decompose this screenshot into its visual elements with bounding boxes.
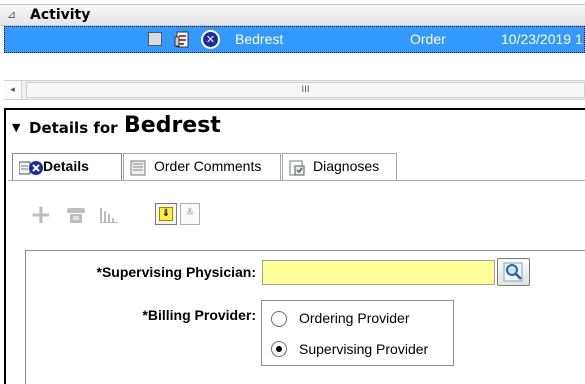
activity-row-date: 10/23/2019 1: [501, 31, 583, 47]
scrollbar-thumb[interactable]: III: [26, 82, 585, 98]
bar-chart-icon[interactable]: [99, 205, 121, 225]
billing-provider-radio-group: Ordering Provider Supervising Provider: [261, 300, 454, 366]
tab-details-label: Details: [43, 158, 89, 174]
supervising-physician-input[interactable]: [262, 260, 495, 285]
tab-order-comments[interactable]: Order Comments: [123, 153, 281, 180]
magnifier-icon: [503, 262, 523, 282]
details-title-name: Bedrest: [124, 113, 221, 138]
order-document-icon: [174, 31, 192, 49]
phone-icon[interactable]: [66, 206, 86, 224]
details-title-prefix: Details for: [29, 119, 118, 137]
comments-icon: [130, 159, 146, 176]
tab-details[interactable]: Details: [12, 153, 122, 180]
horizontal-scrollbar[interactable]: ◂ III: [4, 80, 585, 100]
tab-diagnoses[interactable]: Diagnoses: [282, 153, 397, 180]
activity-header[interactable]: ⊿ Activity: [0, 4, 585, 26]
supervising-search-button[interactable]: [497, 258, 530, 286]
billing-provider-label: *Billing Provider:: [142, 307, 256, 323]
radio-supervising-provider[interactable]: [271, 341, 287, 357]
activity-row-type: Order: [410, 31, 446, 47]
triangle-down-icon[interactable]: ▼: [12, 121, 20, 134]
diagnoses-icon: [289, 159, 305, 176]
ordering-provider-label[interactable]: Ordering Provider: [299, 310, 410, 326]
cancel-x-icon: ✕: [201, 30, 220, 49]
down-arrow-icon: ⇓: [159, 207, 173, 221]
supervising-physician-label: *Supervising Physician:: [96, 264, 257, 280]
supervising-provider-label[interactable]: Supervising Provider: [299, 341, 428, 357]
move-down-button[interactable]: ⇓: [155, 203, 177, 225]
tab-order-comments-label: Order Comments: [154, 158, 262, 174]
scroll-left-arrow-icon[interactable]: ◂: [4, 81, 22, 99]
radio-selected-dot: [276, 346, 282, 352]
activity-row-selected[interactable]: ✕ Bedrest Order 10/23/2019 1: [4, 26, 585, 53]
details-cancel-icon: [18, 159, 43, 175]
chevrons-down-icon[interactable]: ≚: [180, 203, 200, 225]
tab-diagnoses-label: Diagnoses: [313, 158, 380, 174]
tab-baseline: [8, 180, 585, 181]
triangle-collapse-icon[interactable]: ⊿: [7, 8, 16, 21]
radio-ordering-provider[interactable]: [271, 311, 287, 327]
checkbox-icon[interactable]: [148, 32, 162, 46]
add-plus-icon[interactable]: +: [30, 202, 52, 228]
activity-row-name: Bedrest: [235, 31, 284, 47]
activity-title: Activity: [30, 7, 91, 23]
